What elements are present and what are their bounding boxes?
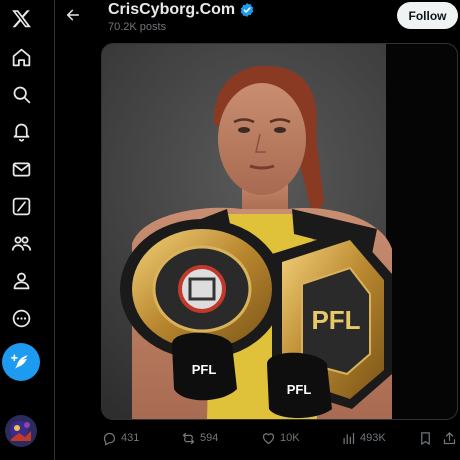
x-logo-icon[interactable] — [1, 0, 41, 36]
people-icon[interactable] — [1, 225, 41, 261]
repost-icon — [182, 432, 195, 444]
reply-icon — [103, 432, 116, 445]
post-action-bar: 431 594 10K 493K — [96, 424, 460, 452]
reply-count: 431 — [121, 432, 140, 444]
share-button[interactable] — [442, 424, 457, 452]
person-icon[interactable] — [1, 262, 41, 298]
svg-text:PFL: PFL — [192, 362, 217, 377]
post-button[interactable] — [2, 343, 40, 381]
views-button[interactable]: 493K — [341, 424, 386, 452]
arrow-left-icon — [66, 9, 80, 21]
bar-chart-icon — [343, 432, 355, 444]
repost-count: 594 — [200, 432, 219, 444]
home-icon[interactable] — [1, 39, 41, 75]
search-icon[interactable] — [1, 76, 41, 112]
bookmark-icon — [421, 431, 430, 445]
avatar[interactable] — [5, 415, 37, 447]
svg-text:PFL: PFL — [287, 382, 312, 397]
view-count: 493K — [360, 432, 386, 444]
post-count: 70.2K posts — [108, 21, 167, 33]
repost-button[interactable]: 594 — [181, 424, 218, 452]
more-circle-icon[interactable] — [1, 300, 41, 336]
share-icon — [443, 431, 456, 444]
mail-icon[interactable] — [1, 151, 41, 187]
grok-icon[interactable] — [1, 188, 41, 224]
profile-title-row: CrisCyborg.Com — [108, 1, 255, 19]
feather-plus-icon — [11, 354, 28, 369]
back-button[interactable] — [60, 2, 86, 28]
like-button[interactable]: 10K — [261, 424, 300, 452]
bookmark-button[interactable] — [418, 424, 433, 452]
follow-button[interactable]: Follow — [397, 2, 458, 29]
verified-badge-icon — [240, 3, 254, 17]
like-count: 10K — [280, 432, 300, 444]
heart-icon — [262, 432, 275, 444]
profile-name: CrisCyborg.Com — [108, 1, 236, 18]
bell-icon[interactable] — [1, 113, 41, 149]
svg-text:PFL: PFL — [311, 305, 360, 335]
post-media-image[interactable]: PFL PFL PFL — [101, 43, 458, 420]
column-divider — [54, 0, 55, 460]
reply-button[interactable]: 431 — [102, 424, 139, 452]
left-nav — [0, 0, 42, 460]
